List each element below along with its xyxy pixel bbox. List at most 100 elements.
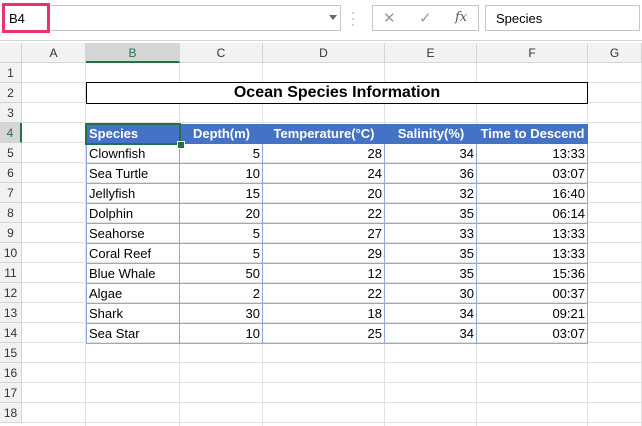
row-header-6[interactable]: 6 xyxy=(0,163,22,183)
row-gridline xyxy=(22,402,642,403)
value-cell[interactable]: 24 xyxy=(263,164,385,184)
value-cell[interactable]: 35 xyxy=(385,204,477,224)
column-header-f[interactable]: F xyxy=(477,43,588,63)
value-cell[interactable]: 20 xyxy=(180,204,263,224)
species-cell[interactable]: Jellyfish xyxy=(86,184,180,204)
column-header-b[interactable]: B xyxy=(86,43,180,63)
table-column-border xyxy=(179,144,180,344)
row-header-15[interactable]: 15 xyxy=(0,343,22,363)
value-cell[interactable]: 13:33 xyxy=(477,224,588,244)
value-cell[interactable]: 12 xyxy=(263,264,385,284)
value-cell[interactable]: 10 xyxy=(180,164,263,184)
species-cell[interactable]: Algae xyxy=(86,284,180,304)
row-header-17[interactable]: 17 xyxy=(0,383,22,403)
row-header-12[interactable]: 12 xyxy=(0,283,22,303)
header-cell-4[interactable]: Time to Descend xyxy=(477,124,588,144)
value-cell[interactable]: 34 xyxy=(385,304,477,324)
value-cell[interactable]: 36 xyxy=(385,164,477,184)
value-cell[interactable]: 30 xyxy=(385,284,477,304)
value-cell[interactable]: 13:33 xyxy=(477,144,588,164)
row-header-13[interactable]: 13 xyxy=(0,303,22,323)
header-cell-2[interactable]: Temperature(°C) xyxy=(263,124,385,144)
value-cell[interactable]: 34 xyxy=(385,324,477,344)
name-box[interactable]: B4 xyxy=(2,5,341,31)
species-cell[interactable]: Blue Whale xyxy=(86,264,180,284)
chevron-down-icon[interactable] xyxy=(329,15,337,20)
header-cell-3[interactable]: Salinity(%) xyxy=(385,124,477,144)
value-cell[interactable]: 27 xyxy=(263,224,385,244)
value-cell[interactable]: 2 xyxy=(180,284,263,304)
name-box-highlight xyxy=(2,3,50,33)
value-cell[interactable]: 15:36 xyxy=(477,264,588,284)
row-header-8[interactable]: 8 xyxy=(0,203,22,223)
species-cell[interactable]: Coral Reef xyxy=(86,244,180,264)
value-cell[interactable]: 32 xyxy=(385,184,477,204)
row-header-14[interactable]: 14 xyxy=(0,323,22,343)
fill-handle[interactable] xyxy=(177,141,185,149)
row-header-2[interactable]: 2 xyxy=(0,83,22,103)
species-cell[interactable]: Dolphin xyxy=(86,204,180,224)
value-cell[interactable]: 25 xyxy=(263,324,385,344)
row-header-4[interactable]: 4 xyxy=(0,123,22,143)
value-cell[interactable]: 50 xyxy=(180,264,263,284)
species-cell[interactable]: Clownfish xyxy=(86,144,180,164)
value-cell[interactable]: 35 xyxy=(385,264,477,284)
row-header-18[interactable]: 18 xyxy=(0,403,22,423)
table-column-border xyxy=(86,144,87,344)
row-header-11[interactable]: 11 xyxy=(0,263,22,283)
column-header-e[interactable]: E xyxy=(385,43,477,63)
species-cell[interactable]: Seahorse xyxy=(86,224,180,244)
value-cell[interactable]: 13:33 xyxy=(477,244,588,264)
row-gridline xyxy=(22,362,642,363)
value-cell[interactable]: 20 xyxy=(263,184,385,204)
species-cell[interactable]: Sea Star xyxy=(86,324,180,344)
value-cell[interactable]: 15 xyxy=(180,184,263,204)
value-cell[interactable]: 03:07 xyxy=(477,164,588,184)
row-gridline xyxy=(22,422,642,423)
row-header-3[interactable]: 3 xyxy=(0,103,22,123)
column-header-d[interactable]: D xyxy=(263,43,385,63)
value-cell[interactable]: 5 xyxy=(180,224,263,244)
row-header-7[interactable]: 7 xyxy=(0,183,22,203)
value-cell[interactable]: 28 xyxy=(263,144,385,164)
value-cell[interactable]: 03:07 xyxy=(477,324,588,344)
enter-icon[interactable]: ✓ xyxy=(419,9,432,27)
table-title[interactable]: Ocean Species Information xyxy=(86,82,588,104)
value-cell[interactable]: 34 xyxy=(385,144,477,164)
formula-input[interactable]: Species xyxy=(485,5,640,31)
insert-function-icon[interactable]: fx xyxy=(455,10,467,25)
value-cell[interactable]: 29 xyxy=(263,244,385,264)
value-cell[interactable]: 35 xyxy=(385,244,477,264)
select-all-corner[interactable] xyxy=(0,43,22,63)
row-header-1[interactable]: 1 xyxy=(0,63,22,83)
value-cell[interactable]: 22 xyxy=(263,204,385,224)
header-cell-1[interactable]: Depth(m) xyxy=(180,124,263,144)
value-cell[interactable]: 16:40 xyxy=(477,184,588,204)
formula-bar-area: B4 · · · ✕ ✓ fx Species xyxy=(0,0,642,41)
table-column-border xyxy=(476,144,477,344)
species-cell[interactable]: Shark xyxy=(86,304,180,324)
row-header-10[interactable]: 10 xyxy=(0,243,22,263)
column-header-g[interactable]: G xyxy=(588,43,642,63)
value-cell[interactable]: 5 xyxy=(180,144,263,164)
row-header-16[interactable]: 16 xyxy=(0,363,22,383)
more-icon: · · · xyxy=(351,5,355,31)
row-header-5[interactable]: 5 xyxy=(0,143,22,163)
value-cell[interactable]: 5 xyxy=(180,244,263,264)
species-cell[interactable]: Sea Turtle xyxy=(86,164,180,184)
value-cell[interactable]: 22 xyxy=(263,284,385,304)
value-cell[interactable]: 33 xyxy=(385,224,477,244)
formula-value: Species xyxy=(496,11,543,26)
row-header-9[interactable]: 9 xyxy=(0,223,22,243)
value-cell[interactable]: 18 xyxy=(263,304,385,324)
value-cell[interactable]: 10 xyxy=(180,324,263,344)
table-column-border xyxy=(384,144,385,344)
value-cell[interactable]: 06:14 xyxy=(477,204,588,224)
column-header-a[interactable]: A xyxy=(22,43,86,63)
row-gridline xyxy=(22,382,642,383)
cancel-icon[interactable]: ✕ xyxy=(383,9,396,27)
column-header-c[interactable]: C xyxy=(180,43,263,63)
value-cell[interactable]: 00:37 xyxy=(477,284,588,304)
value-cell[interactable]: 09:21 xyxy=(477,304,588,324)
value-cell[interactable]: 30 xyxy=(180,304,263,324)
